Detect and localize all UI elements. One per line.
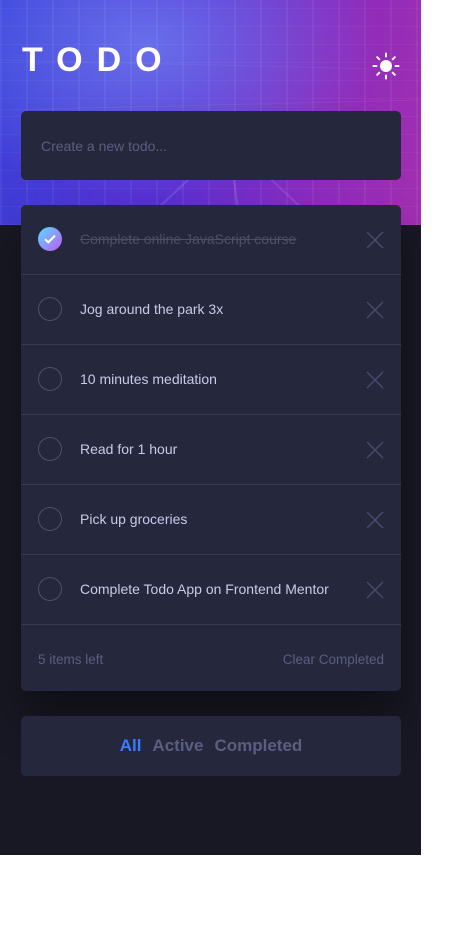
close-icon[interactable] (366, 441, 384, 459)
todo-checkbox[interactable] (38, 297, 62, 321)
todo-item: Pick up groceries (21, 485, 401, 555)
todo-text: Pick up groceries (80, 511, 188, 527)
filter-bar: All Active Completed (21, 716, 401, 776)
new-todo-input[interactable] (39, 136, 373, 155)
new-todo-box (21, 111, 401, 180)
theme-toggle-button[interactable] (369, 49, 403, 83)
filter-active[interactable]: Active (152, 736, 203, 756)
todo-text: Jog around the park 3x (80, 301, 224, 317)
todo-text: Read for 1 hour (80, 441, 178, 457)
app-title: TODO (22, 41, 176, 79)
filter-all[interactable]: All (120, 736, 142, 756)
todo-checkbox[interactable] (38, 437, 62, 461)
close-icon[interactable] (366, 581, 384, 599)
todo-app: TODO Complete online (0, 0, 421, 855)
clear-completed-button[interactable]: Clear Completed (283, 652, 384, 667)
close-icon[interactable] (366, 301, 384, 319)
todo-item: 10 minutes meditation (21, 345, 401, 415)
todo-checkbox-checked[interactable] (38, 227, 62, 251)
todo-text: Complete online JavaScript course (80, 231, 297, 247)
todo-checkbox[interactable] (38, 367, 62, 391)
todo-list: Complete online JavaScript course Jog ar… (21, 205, 401, 691)
list-footer: 5 items left Clear Completed (21, 625, 401, 691)
filter-completed[interactable]: Completed (214, 736, 302, 756)
items-left-count: 5 items left (38, 652, 104, 667)
todo-text: Complete Todo App on Frontend Mentor (80, 581, 329, 597)
close-icon[interactable] (366, 231, 384, 249)
close-icon[interactable] (366, 371, 384, 389)
check-icon (44, 234, 56, 244)
todo-checkbox[interactable] (38, 577, 62, 601)
todo-checkbox[interactable] (38, 507, 62, 531)
todo-item: Complete online JavaScript course (21, 205, 401, 275)
sun-icon (372, 52, 400, 80)
todo-text: 10 minutes meditation (80, 371, 217, 387)
close-icon[interactable] (366, 511, 384, 529)
todo-item: Complete Todo App on Frontend Mentor (21, 555, 401, 625)
todo-item: Read for 1 hour (21, 415, 401, 485)
todo-item: Jog around the park 3x (21, 275, 401, 345)
